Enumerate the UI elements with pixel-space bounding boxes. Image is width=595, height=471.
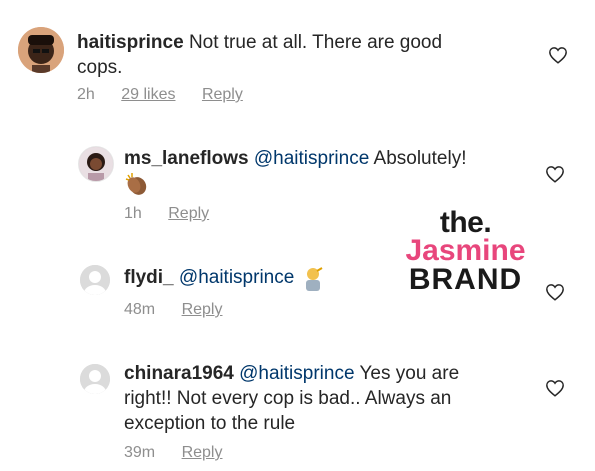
reply-button[interactable]: Reply [182,444,223,461]
comment-meta: 39m Reply [124,444,244,462]
comment-time: 48m [124,301,156,318]
default-avatar-icon [80,364,110,394]
comment-meta: 2h 29 likes Reply [77,86,265,104]
clapping-hands-icon [124,171,150,197]
comment-text: chinara1964 @haitisprince Yes you are ri… [124,361,534,436]
reply-button[interactable]: Reply [182,301,223,318]
watermark-line2: Jasmine [405,234,526,267]
heart-outline-icon[interactable] [545,283,565,301]
comment-body: Absolutely! [373,148,467,169]
heart-outline-icon[interactable] [545,379,565,397]
comment-time: 2h [77,86,95,103]
comment-meta: 1h Reply [124,205,231,223]
comment-meta: 48m Reply [124,301,244,319]
avatar[interactable] [18,27,64,73]
user-photo-icon [79,147,113,181]
avatar[interactable] [80,364,110,394]
mention-link[interactable]: @haitisprince [179,267,294,288]
comment-username[interactable]: flydi_ [124,267,174,288]
avatar[interactable] [80,265,110,295]
comment-body-cont: right!! Not every cop is bad.. Always an [124,388,452,409]
mention-link[interactable]: @haitisprince [239,363,354,384]
reply-button[interactable]: Reply [168,205,209,222]
comment-text: flydi_ @haitisprince [124,265,424,291]
comment-body: Yes you are [359,363,460,384]
avatar[interactable] [78,146,114,182]
heart-outline-icon[interactable] [545,165,565,183]
mention-link[interactable]: @haitisprince [254,148,369,169]
comment-username[interactable]: haitisprince [77,32,184,53]
person-gesturing-icon [300,265,326,291]
comment-username[interactable]: ms_laneflows [124,148,249,169]
comment-time: 1h [124,205,142,222]
comment-body-cont: cops. [77,57,123,78]
comment-body-cont2: exception to the rule [124,413,296,434]
comment-username[interactable]: chinara1964 [124,363,234,384]
default-avatar-icon [80,265,110,295]
comment-text: ms_laneflows @haitisprince Absolutely! [124,146,524,197]
comment-text: haitisprince Not true at all. There are … [77,30,517,80]
comment-time: 39m [124,444,156,461]
reply-button[interactable]: Reply [202,86,243,103]
heart-outline-icon[interactable] [548,46,568,64]
comment-body: Not true at all. There are good [188,32,443,53]
likes-count[interactable]: 29 likes [121,86,175,103]
user-photo-icon [18,27,64,73]
